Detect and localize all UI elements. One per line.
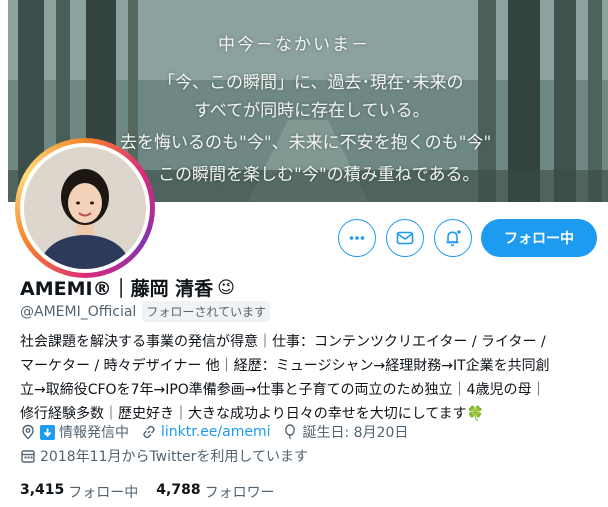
banner-line: この瞬間を楽しむ"今"の積み重ねである。: [158, 165, 480, 185]
bio-line: 社会課題を解決する事業の発信が得意｜仕事：コンテンツクリエイター / ライター …: [20, 334, 546, 350]
bio-line: 立→取締役CFOを7年→IPO準備参画→仕事と子育ての両立のため独立｜4歳児の母…: [20, 382, 546, 398]
person-illustration: [24, 147, 146, 269]
follow-stats: 3,415 フォロー中 4,788 フォロワー: [20, 482, 275, 502]
profile-bio: 社会課題を解決する事業の発信が得意｜仕事：コンテンツクリエイター / ライター …: [20, 330, 598, 426]
birthday-item: 誕生日: 8月20日: [282, 422, 408, 442]
joined-row: 2018年11月からTwitterを利用しています: [20, 446, 320, 466]
followers-label: フォロワー: [204, 485, 275, 501]
followers-count: 4,788: [156, 482, 201, 498]
website-link[interactable]: linktr.ee/amemi: [161, 424, 270, 440]
profile-name: AMEMI®｜藤岡 清香: [20, 278, 214, 300]
bio-line: マーケター / 時々デザイナー 他｜経歴：ミュージシャン→経理財務→IT企業を共…: [20, 358, 550, 374]
website-item[interactable]: linktr.ee/amemi: [141, 424, 270, 440]
banner-title: 中今－なかいま－: [218, 35, 370, 55]
notifications-button[interactable]: [434, 219, 472, 257]
following-count: 3,415: [20, 482, 65, 498]
following-button[interactable]: フォロー中: [481, 219, 597, 257]
followers-stat[interactable]: 4,788 フォロワー: [156, 482, 274, 502]
banner-line: すべてが同時に存在している。: [194, 101, 430, 121]
location-text: 情報発信中: [59, 425, 129, 441]
more-button[interactable]: [338, 219, 376, 257]
message-button[interactable]: [386, 219, 424, 257]
location-pin-icon: [22, 424, 34, 440]
avatar[interactable]: [15, 138, 155, 278]
profile-name-row: AMEMI®｜藤岡 清香 😉: [20, 274, 235, 301]
wink-emoji-icon: 😉: [217, 277, 235, 298]
profile-handle: @AMEMI_Official: [20, 303, 137, 320]
birthday-text: 誕生日: 8月20日: [302, 425, 409, 441]
follows-you-badge: フォローされています: [142, 301, 270, 322]
following-stat[interactable]: 3,415 フォロー中: [20, 482, 138, 502]
joined-item: 2018年11月からTwitterを利用しています: [20, 446, 308, 466]
more-dots-icon: [349, 236, 365, 240]
following-label: フォロー中: [68, 485, 139, 501]
bell-plus-icon: [446, 230, 461, 247]
location-item: 情報発信中: [20, 422, 129, 442]
banner-line: 「今、この瞬間」に、過去･現在･未来の: [158, 73, 464, 93]
link-icon: [143, 425, 155, 439]
avatar-border: [20, 143, 150, 273]
balloon-icon: [285, 424, 296, 440]
clover-emoji-icon: 🍀: [466, 406, 485, 422]
banner-line: 去を悔いるのも"今"、未来に不安を抱くのも"今": [120, 133, 492, 153]
profile-handle-row: @AMEMI_Official フォローされています: [20, 301, 270, 322]
joined-text: 2018年11月からTwitterを利用しています: [40, 449, 308, 465]
calendar-icon: [21, 450, 35, 463]
bio-line-text: 修行経験多数｜歴史好き｜大きな成功より日々の幸せを大切にしてます: [20, 406, 467, 422]
avatar-photo: [24, 147, 146, 269]
envelope-icon: [396, 231, 414, 245]
down-arrow-icon: [40, 424, 55, 440]
profile-meta: 情報発信中 linktr.ee/amemi 誕生日: 8月20日: [20, 422, 420, 442]
